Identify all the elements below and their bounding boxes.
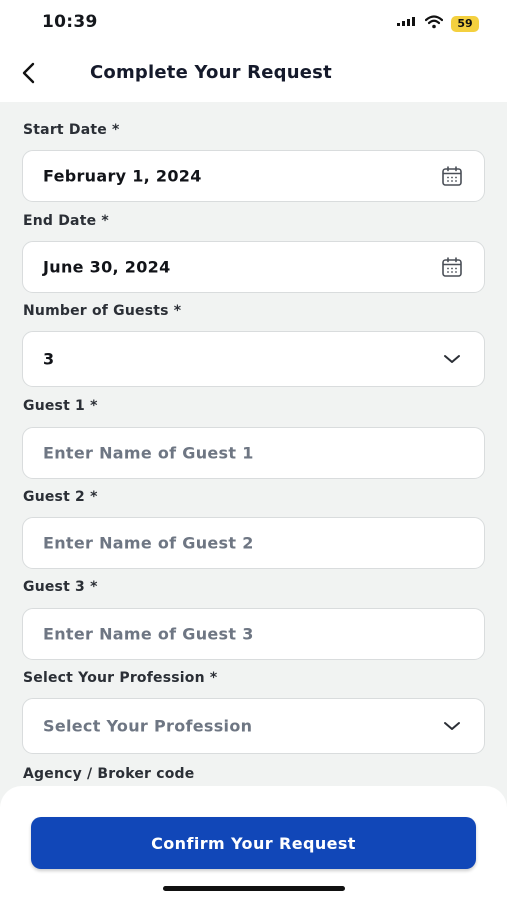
screen: 10:39 59 Complete Your Request Start Dat… [0,0,507,900]
end-date-value: June 30, 2024 [43,257,171,277]
status-icons: 59 [397,14,479,33]
confirm-request-button[interactable]: Confirm Your Request [31,817,476,869]
guest3-label: Guest 3 * [23,579,98,595]
battery-icon: 59 [451,15,479,32]
profession-placeholder: Select Your Profession [43,716,253,736]
start-date-field[interactable]: February 1, 2024 [22,150,485,202]
bottom-action-panel: Confirm Your Request [0,786,507,900]
start-date-value: February 1, 2024 [43,166,202,186]
guest3-placeholder: Enter Name of Guest 3 [43,624,254,644]
end-date-field[interactable]: June 30, 2024 [22,241,485,293]
chevron-left-icon [22,62,35,84]
status-time: 10:39 [42,12,98,32]
end-date-label: End Date * [23,213,109,229]
start-date-label: Start Date * [23,122,120,138]
chevron-down-icon [440,347,464,371]
guest3-input[interactable]: Enter Name of Guest 3 [22,608,485,660]
page-title: Complete Your Request [90,62,332,83]
wifi-icon [424,14,444,33]
guest1-input[interactable]: Enter Name of Guest 1 [22,427,485,479]
home-indicator [163,886,345,891]
calendar-icon[interactable] [440,255,464,279]
calendar-icon[interactable] [440,164,464,188]
profession-label: Select Your Profession * [23,670,218,686]
guests-count-value: 3 [43,349,55,369]
guests-count-select[interactable]: 3 [22,331,485,387]
guest1-placeholder: Enter Name of Guest 1 [43,443,254,463]
chevron-down-icon [440,714,464,738]
guests-count-label: Number of Guests * [23,303,182,319]
back-button[interactable] [14,58,44,88]
profession-select[interactable]: Select Your Profession [22,698,485,754]
header: Complete Your Request [0,48,507,102]
status-bar: 10:39 59 [0,0,507,48]
agency-code-label: Agency / Broker code [23,766,195,782]
guest2-label: Guest 2 * [23,489,98,505]
guest1-label: Guest 1 * [23,398,98,414]
guest2-input[interactable]: Enter Name of Guest 2 [22,517,485,569]
guest2-placeholder: Enter Name of Guest 2 [43,533,254,553]
signal-icon [397,14,417,33]
